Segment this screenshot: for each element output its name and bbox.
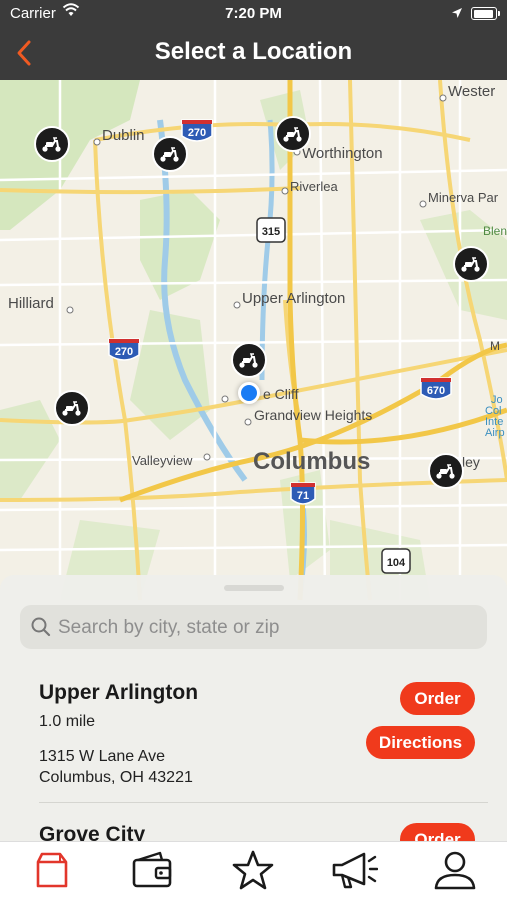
location-distance: 1.0 mile xyxy=(39,713,96,730)
map-label-airp: Airp xyxy=(485,427,505,439)
scooter-icon xyxy=(282,126,304,142)
map-label-western: Wester xyxy=(448,83,495,100)
location-services-icon xyxy=(451,6,463,23)
map-label-blen: Blen xyxy=(483,224,507,238)
bag-icon xyxy=(32,850,72,895)
tab-wallet[interactable] xyxy=(128,850,176,894)
scooter-icon xyxy=(41,136,63,152)
svg-text:670: 670 xyxy=(427,385,445,397)
navigation-bar: Select a Location xyxy=(0,28,507,80)
scooter-icon xyxy=(159,146,181,162)
route-shield-104: 104 xyxy=(381,548,411,574)
map-label-minerva-park: Minerva Par xyxy=(428,190,499,205)
map-view[interactable]: Dublin Worthington Wester Riverlea Miner… xyxy=(0,80,507,600)
scooter-store-pin[interactable] xyxy=(34,126,70,162)
interstate-shield-270-west: 270 xyxy=(108,338,140,361)
map-label-hilliard: Hilliard xyxy=(8,295,54,312)
map-label-dublin: Dublin xyxy=(102,127,145,144)
location-list-sheet[interactable]: Upper Arlington 1.0 mile 1315 W Lane Ave… xyxy=(0,575,507,841)
megaphone-icon xyxy=(330,849,379,896)
svg-text:104: 104 xyxy=(387,557,406,569)
order-button[interactable]: Order xyxy=(400,823,475,841)
location-name: Grove City xyxy=(39,823,146,841)
location-list-item[interactable]: Grove City Order xyxy=(0,823,507,841)
scooter-store-pin[interactable] xyxy=(453,246,489,282)
current-location-dot xyxy=(238,382,260,404)
svg-text:71: 71 xyxy=(297,490,309,502)
map-label-marble-cliff: e Cliff xyxy=(263,386,299,402)
map-label-riverlea: Riverlea xyxy=(290,179,338,194)
location-list-item[interactable]: Upper Arlington 1.0 mile 1315 W Lane Ave… xyxy=(0,681,507,801)
svg-text:270: 270 xyxy=(115,346,133,358)
map-label-columbus: Columbus xyxy=(253,448,370,475)
scooter-icon xyxy=(238,352,260,368)
profile-icon xyxy=(433,849,477,896)
star-icon xyxy=(231,849,275,896)
map-label-grandview-heights: Grandview Heights xyxy=(254,407,372,423)
tab-announcements[interactable] xyxy=(330,849,379,896)
location-name: Upper Arlington xyxy=(39,681,199,704)
scooter-icon xyxy=(61,400,83,416)
map-canvas: Dublin Worthington Wester Riverlea Miner… xyxy=(0,80,507,600)
interstate-shield-71: 71 xyxy=(290,482,316,505)
page-title: Select a Location xyxy=(154,38,353,65)
tab-order[interactable] xyxy=(28,850,76,894)
scooter-store-pin-selected[interactable] xyxy=(231,342,267,378)
scooter-icon xyxy=(460,256,482,272)
route-shield-315: 315 xyxy=(256,217,286,243)
map-label-m: M xyxy=(490,339,500,353)
map-label-upper-arlington: Upper Arlington xyxy=(242,290,345,307)
map-label-worthington: Worthington xyxy=(302,145,383,162)
svg-text:315: 315 xyxy=(262,226,280,238)
list-divider xyxy=(39,802,488,803)
tab-rewards[interactable] xyxy=(229,850,277,894)
status-bar: Carrier 7:20 PM xyxy=(0,0,507,28)
tab-bar xyxy=(0,841,507,900)
status-time: 7:20 PM xyxy=(225,5,282,22)
location-street-address: 1315 W Lane Ave xyxy=(39,748,166,765)
scooter-store-pin[interactable] xyxy=(428,453,464,489)
scooter-store-pin[interactable] xyxy=(54,390,90,426)
search-input[interactable] xyxy=(56,605,480,651)
tab-profile[interactable] xyxy=(431,850,479,894)
interstate-shield-270-north: 270 xyxy=(181,119,213,142)
search-icon xyxy=(30,616,52,643)
directions-button[interactable]: Directions xyxy=(366,726,475,759)
search-bar[interactable] xyxy=(20,605,487,651)
order-button[interactable]: Order xyxy=(400,682,475,715)
battery-icon xyxy=(471,7,500,20)
scooter-store-pin[interactable] xyxy=(152,136,188,172)
scooter-icon xyxy=(435,463,457,479)
sheet-grabber-handle[interactable] xyxy=(224,585,284,591)
scooter-store-pin[interactable] xyxy=(275,116,311,152)
interstate-shield-670: 670 xyxy=(420,377,452,400)
svg-text:270: 270 xyxy=(188,127,206,139)
location-city-state-zip: Columbus, OH 43221 xyxy=(39,769,193,786)
map-label-valleyview: Valleyview xyxy=(132,453,193,468)
wallet-icon xyxy=(130,850,174,895)
map-label-bexley: ley xyxy=(462,454,480,470)
